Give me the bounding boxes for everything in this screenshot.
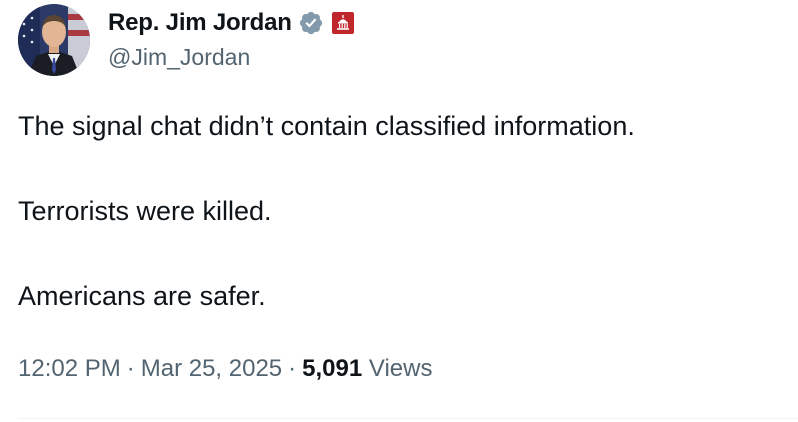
tweet-card: Rep. Jim Jordan @Jim_Jordan The signal c… xyxy=(0,0,798,422)
display-name[interactable]: Rep. Jim Jordan xyxy=(108,9,292,37)
tweet-header: Rep. Jim Jordan @Jim_Jordan xyxy=(18,4,354,76)
avatar[interactable] xyxy=(18,4,90,76)
separator: · xyxy=(126,355,135,382)
views-count[interactable]: 5,091 xyxy=(302,355,362,382)
verified-badge-icon[interactable] xyxy=(298,10,324,36)
tweet-paragraph: The signal chat didn’t contain classifie… xyxy=(18,111,635,141)
tweet-paragraph: Americans are safer. xyxy=(18,281,266,311)
separator: · xyxy=(288,355,297,382)
user-handle[interactable]: @Jim_Jordan xyxy=(108,44,354,71)
author-identity: Rep. Jim Jordan @Jim_Jordan xyxy=(108,8,354,71)
avatar-image xyxy=(18,4,90,76)
tweet-date[interactable]: Mar 25, 2025 xyxy=(141,355,282,382)
tweet-text: The signal chat didn’t contain classifie… xyxy=(18,105,778,317)
tweet-paragraph: Terrorists were killed. xyxy=(18,196,272,226)
views-label: Views xyxy=(368,355,433,382)
tweet-metadata: 12:02 PM · Mar 25, 2025 · 5,091 Views xyxy=(18,355,432,383)
capitol-affiliation-icon[interactable] xyxy=(331,12,354,34)
name-row: Rep. Jim Jordan xyxy=(108,8,354,38)
divider xyxy=(18,418,798,419)
tweet-time[interactable]: 12:02 PM xyxy=(18,355,121,382)
